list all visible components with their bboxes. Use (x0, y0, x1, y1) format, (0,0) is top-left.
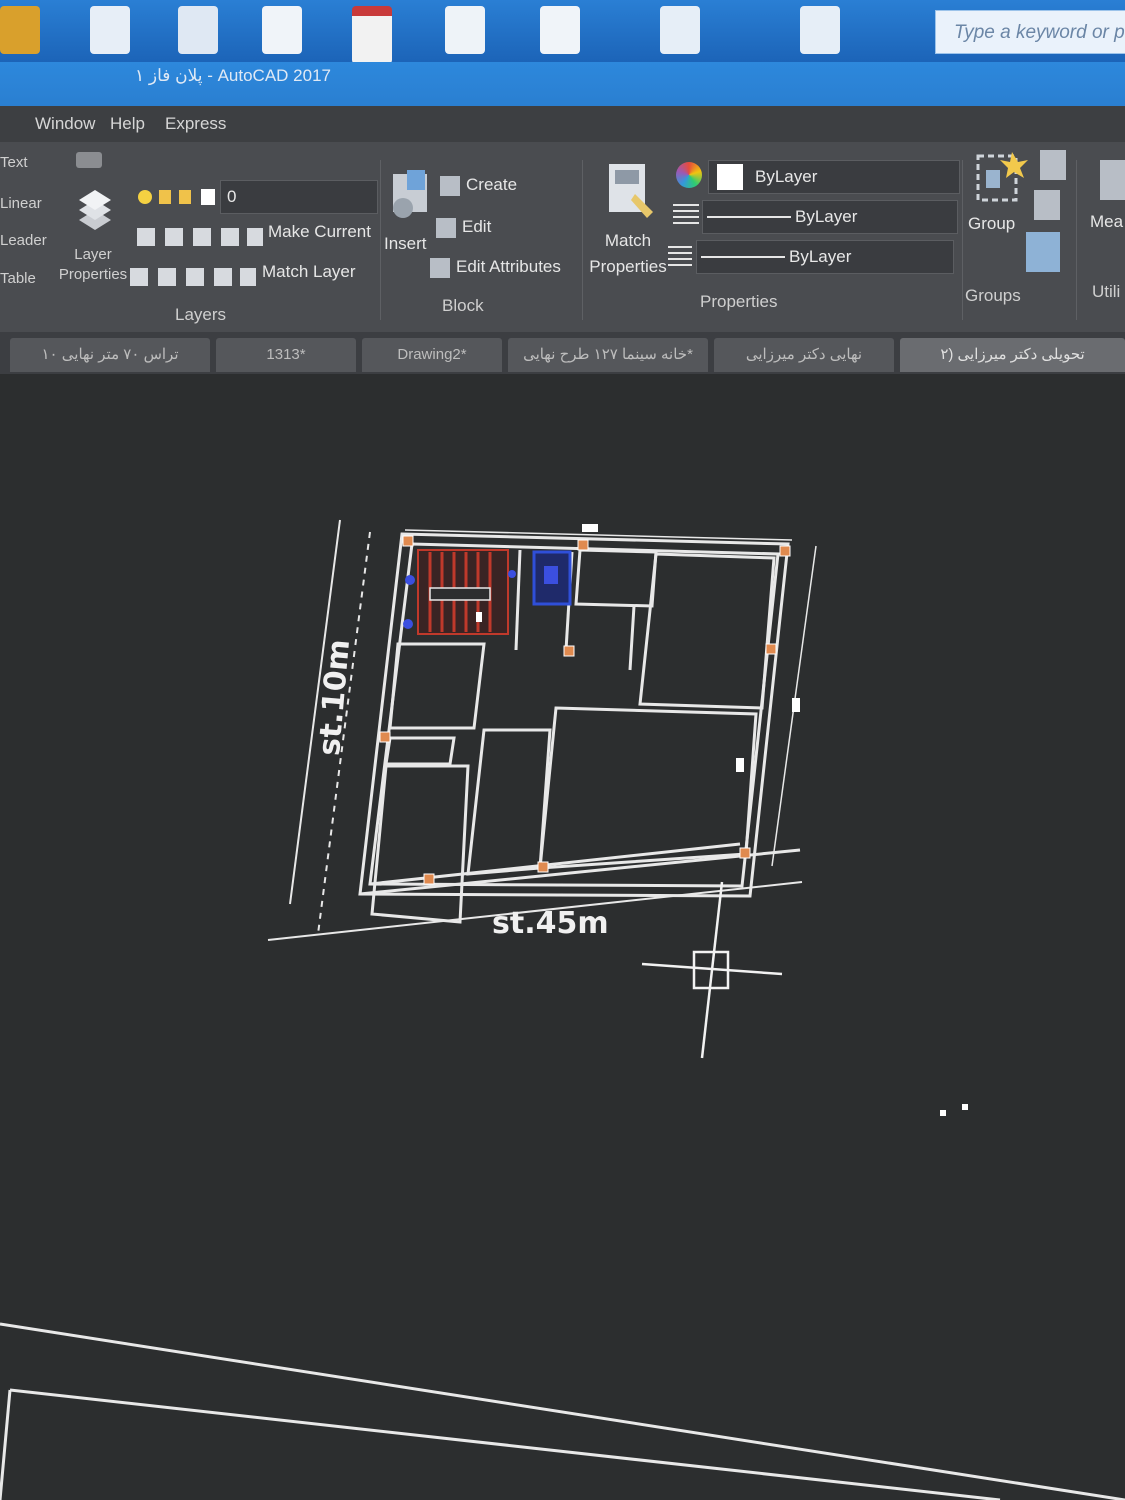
search-input[interactable]: Type a keyword or phr (935, 10, 1125, 54)
group-icon[interactable] (972, 148, 1030, 210)
leader-tool[interactable]: Leader (0, 232, 47, 249)
insert-block-icon[interactable] (385, 168, 435, 228)
linetype-value: ByLayer (795, 207, 858, 226)
street-label-bottom: st.45m (492, 906, 609, 941)
file-icon[interactable] (540, 6, 580, 54)
menu-help[interactable]: Help (110, 114, 145, 134)
match-properties-button[interactable]: Match Properties (588, 228, 668, 280)
lineweight-preview (701, 256, 785, 258)
window-title: پلان فاز ۱ - AutoCAD 2017 (135, 66, 331, 85)
staircase (403, 549, 516, 635)
screen: Type a keyword or phr پلان فاز ۱ - AutoC… (0, 0, 1125, 1500)
match-properties-icon[interactable] (605, 160, 661, 222)
make-current-button[interactable]: Make Current (268, 222, 371, 242)
layer-properties-icon[interactable] (75, 182, 115, 242)
table-tool[interactable]: Table (0, 270, 36, 287)
ungroup-icon[interactable] (1040, 150, 1066, 180)
block-panel-title[interactable]: Block (442, 296, 484, 316)
edit-block-button[interactable]: Edit (462, 217, 491, 237)
file-tab[interactable]: Drawing2* (362, 338, 502, 372)
crosshair-cursor-icon (641, 881, 783, 1059)
room (638, 552, 776, 710)
create-block-button[interactable]: Create (466, 175, 517, 195)
file-icon[interactable] (660, 6, 700, 54)
edit-block-icon[interactable] (436, 218, 456, 238)
linear-dimension-tool[interactable]: Linear (0, 195, 42, 212)
text-tool[interactable]: Text (0, 154, 28, 171)
match-layer-button[interactable]: Match Layer (262, 262, 356, 282)
color-swatch (717, 164, 743, 190)
edit-attributes-button[interactable]: Edit Attributes (456, 257, 561, 277)
create-block-icon[interactable] (440, 176, 460, 196)
room (370, 764, 470, 924)
room (574, 548, 658, 608)
edit-attributes-icon[interactable] (430, 258, 450, 278)
file-icon[interactable] (90, 6, 130, 54)
selection-markers (476, 524, 968, 1116)
divider (962, 160, 963, 320)
current-layer-name: 0 (227, 187, 237, 206)
file-tab[interactable]: نهایی دکتر میرزایی (714, 338, 894, 372)
groups-panel-title[interactable]: Groups (965, 286, 1021, 306)
layer-tools-icons[interactable] (135, 222, 265, 252)
room (466, 728, 552, 876)
divider (1076, 160, 1077, 320)
menu-express[interactable]: Express (165, 114, 226, 134)
color-value: ByLayer (755, 167, 818, 186)
menu-window[interactable]: Window (35, 114, 95, 134)
color-wheel-icon[interactable] (676, 162, 702, 188)
room (384, 736, 456, 766)
measure-icon[interactable] (1100, 160, 1125, 200)
taskbar: Type a keyword or phr (0, 0, 1125, 64)
lineweight-dropdown[interactable]: ByLayer (696, 240, 954, 274)
insert-button[interactable]: Insert (384, 234, 427, 254)
divider (582, 160, 583, 320)
file-icon[interactable] (445, 6, 485, 54)
linetype-icon[interactable] (673, 204, 699, 226)
room (388, 642, 486, 730)
group-button[interactable]: Group (968, 214, 1015, 234)
file-tab[interactable]: 1313* (216, 338, 356, 372)
group-select-icon[interactable] (1026, 232, 1060, 272)
wall (628, 605, 636, 671)
layer-tools-icons-2[interactable] (128, 262, 258, 292)
file-icon[interactable] (178, 6, 218, 54)
file-icon[interactable] (262, 6, 302, 54)
drawing-canvas[interactable]: st.10m st.45m (0, 374, 1125, 1500)
properties-panel-title[interactable]: Properties (700, 292, 777, 312)
linetype-dropdown[interactable]: ByLayer (702, 200, 958, 234)
layer-dropdown[interactable]: 0 (220, 180, 378, 214)
file-tab[interactable]: خانه سینما ۱۲۷ طرح نهایی* (508, 338, 708, 372)
file-tab[interactable]: تراس ۷۰ متر نهایی ۱۰ (10, 338, 210, 372)
divider (380, 160, 381, 320)
color-dropdown[interactable]: ByLayer (708, 160, 960, 194)
room (538, 706, 758, 870)
wall (514, 549, 522, 651)
app-icon[interactable] (0, 6, 40, 54)
pdf-icon[interactable] (352, 6, 392, 64)
lineweight-icon[interactable] (668, 246, 692, 268)
file-icon[interactable] (800, 6, 840, 54)
file-tab-active[interactable]: ۲) تحویلی دکتر میرزایی (900, 338, 1125, 372)
measure-button[interactable]: Mea (1090, 212, 1123, 232)
dropdown-icon[interactable] (76, 152, 102, 168)
layer-properties-label[interactable]: Layer Properties (58, 245, 128, 285)
viewport-frame (0, 1322, 1125, 1500)
linetype-preview (707, 216, 791, 218)
elevator (532, 550, 572, 606)
layers-panel-title[interactable]: Layers (175, 305, 226, 325)
group-edit-icon[interactable] (1034, 190, 1060, 220)
lineweight-value: ByLayer (789, 247, 852, 266)
utilities-panel-title[interactable]: Utili (1092, 282, 1120, 302)
